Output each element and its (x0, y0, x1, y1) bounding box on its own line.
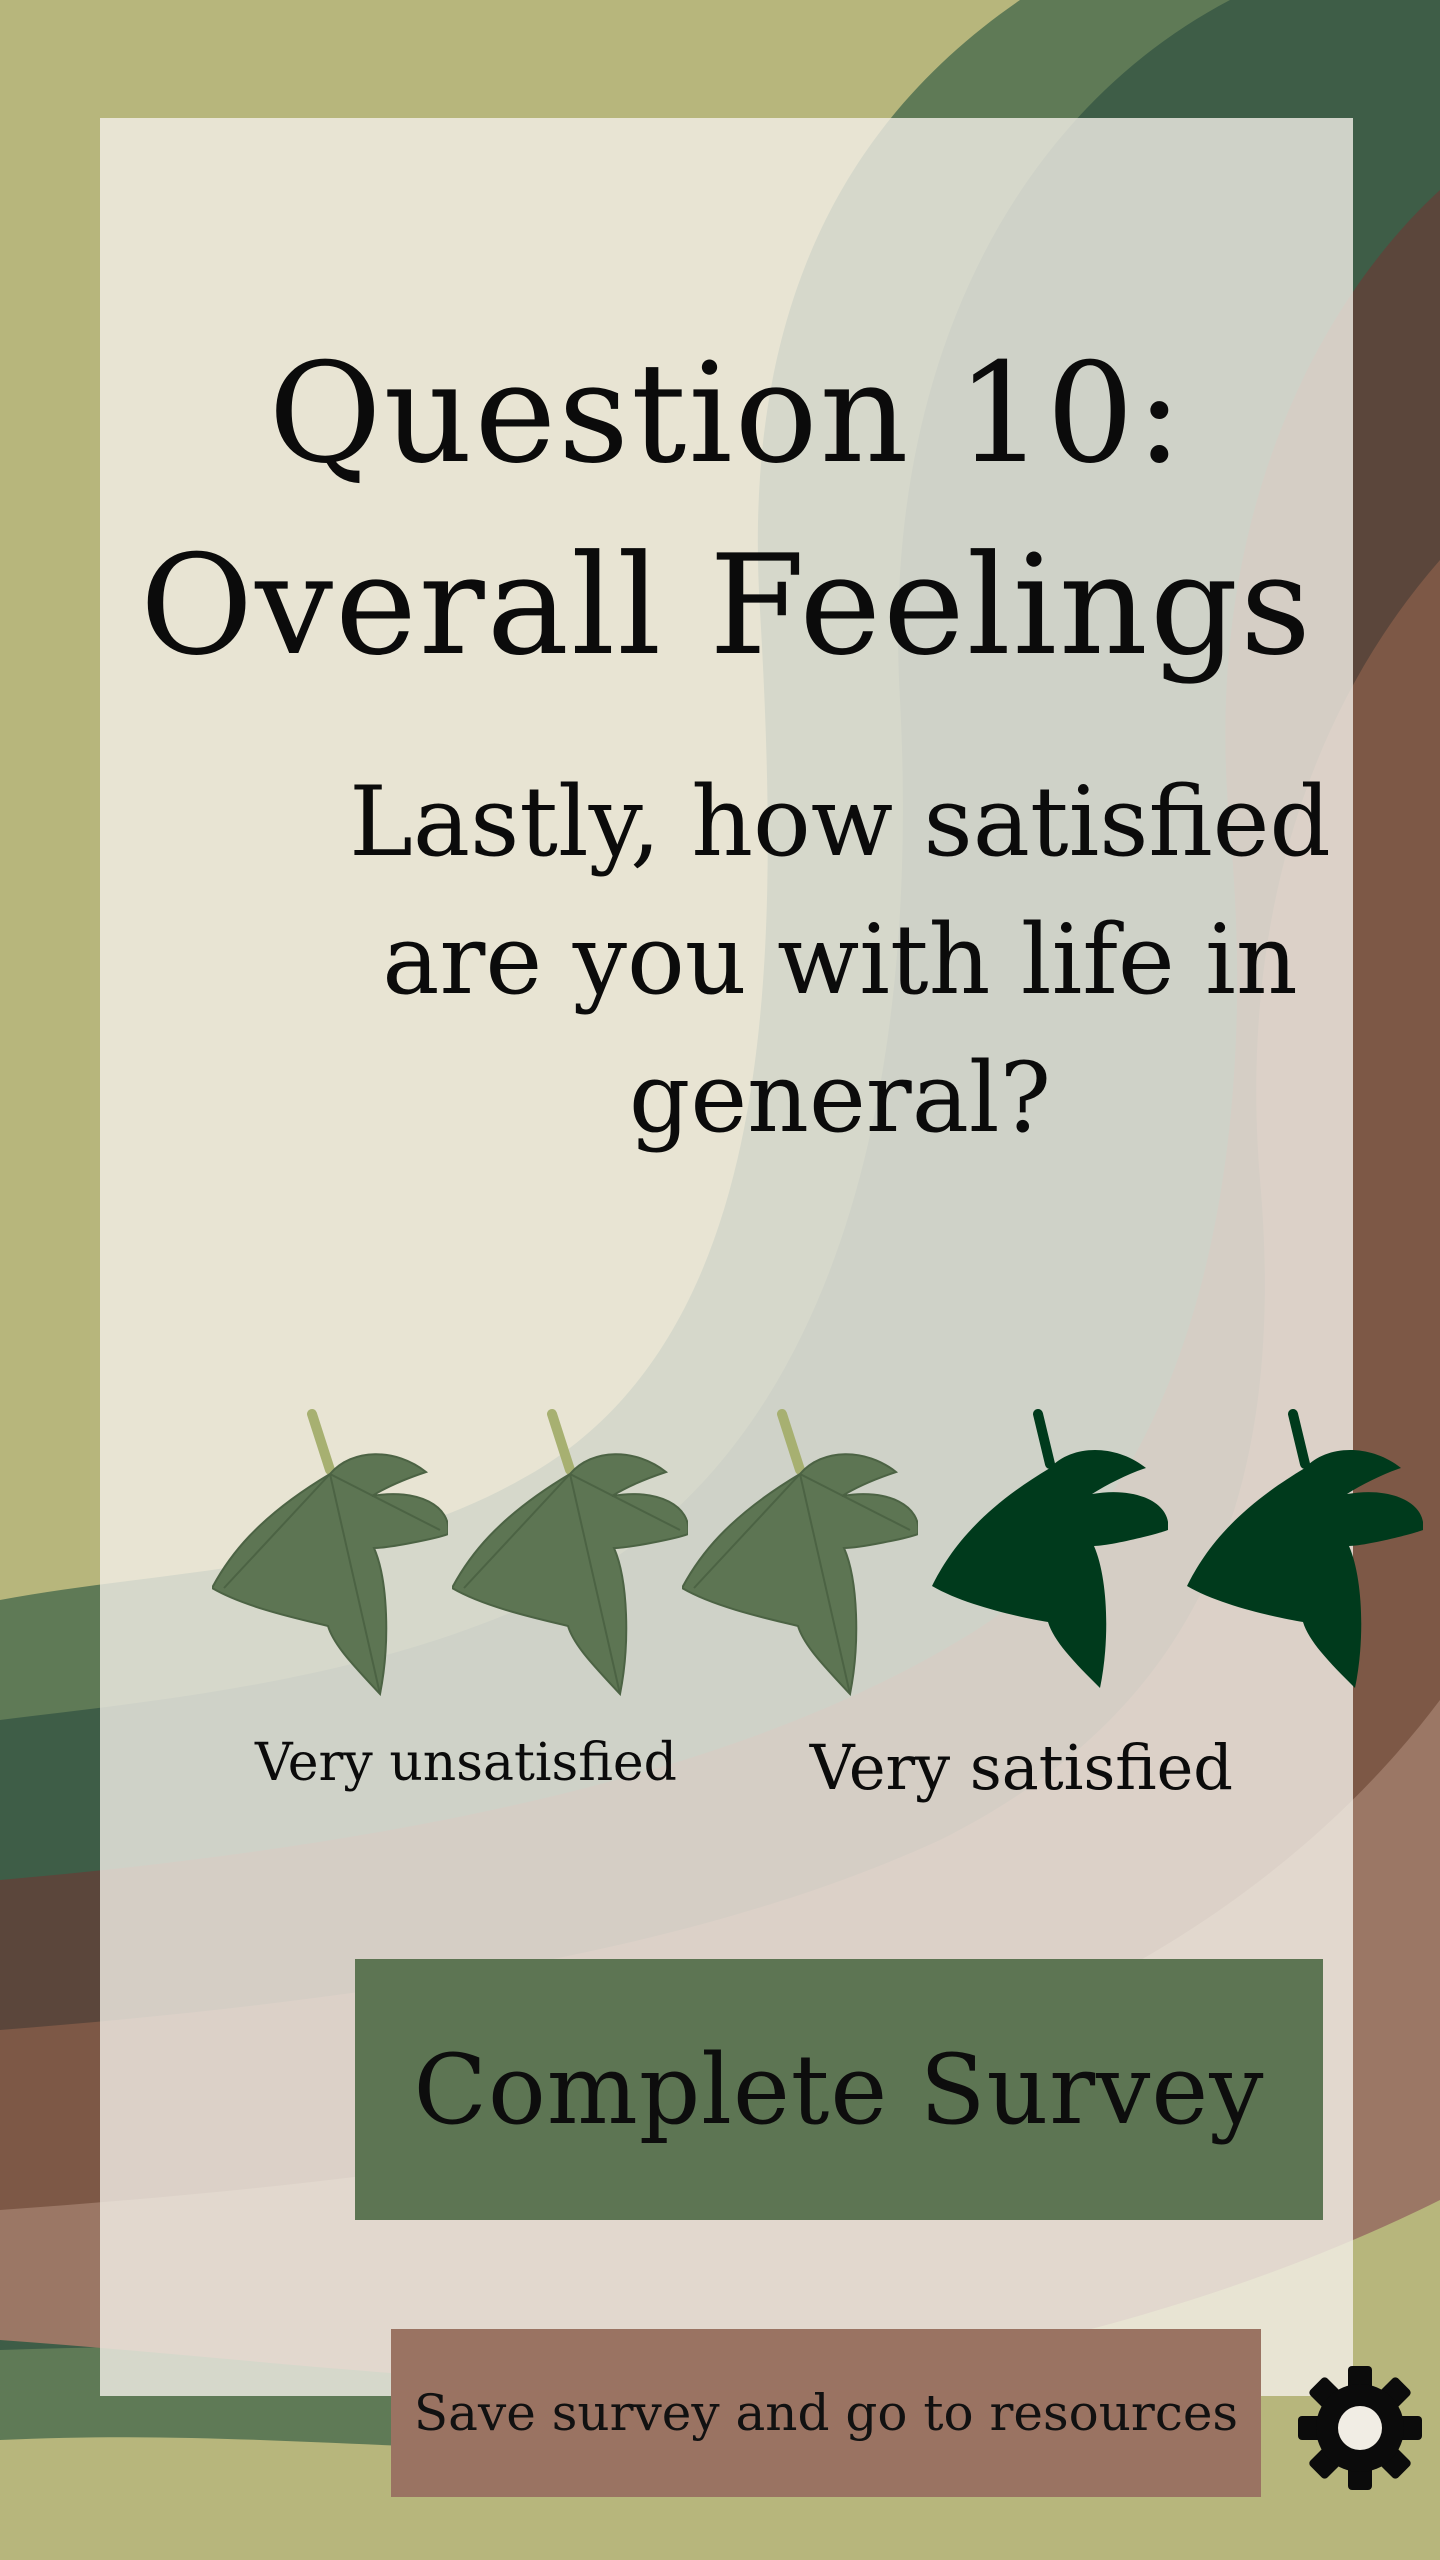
gear-icon (1298, 2366, 1422, 2490)
question-text: Lastly, how satisfied are you with life … (349, 766, 1331, 1154)
title-line-1: Question 10: (268, 333, 1185, 494)
leaf-icon (212, 1409, 448, 1697)
survey-card: Question 10: Overall Feelings Lastly, ho… (100, 118, 1423, 2497)
save-and-resources-button[interactable]: Save survey and go to resources (391, 2329, 1261, 2497)
complete-survey-button[interactable]: Complete Survey (355, 1959, 1323, 2220)
leaf-rating-1[interactable] (212, 1408, 448, 1698)
leaf-icon (932, 1409, 1168, 1688)
leaf-rating-3[interactable] (682, 1408, 918, 1698)
scale-max-label: Very satisfied (809, 1731, 1233, 1804)
leaf-rating-2[interactable] (452, 1408, 688, 1698)
leaf-icon (682, 1409, 918, 1697)
leaf-icon (452, 1409, 688, 1697)
settings-button[interactable] (1290, 2358, 1430, 2498)
rating-scale[interactable] (212, 1408, 1440, 1698)
leaf-icon (1187, 1409, 1423, 1688)
scale-min-label: Very unsatisfied (255, 1733, 677, 1793)
leaf-rating-5[interactable] (1187, 1408, 1423, 1698)
leaf-rating-4[interactable] (932, 1408, 1168, 1698)
title-line-2: Overall Feelings (140, 525, 1313, 686)
page-title: Question 10: Overall Feelings (100, 318, 1353, 702)
